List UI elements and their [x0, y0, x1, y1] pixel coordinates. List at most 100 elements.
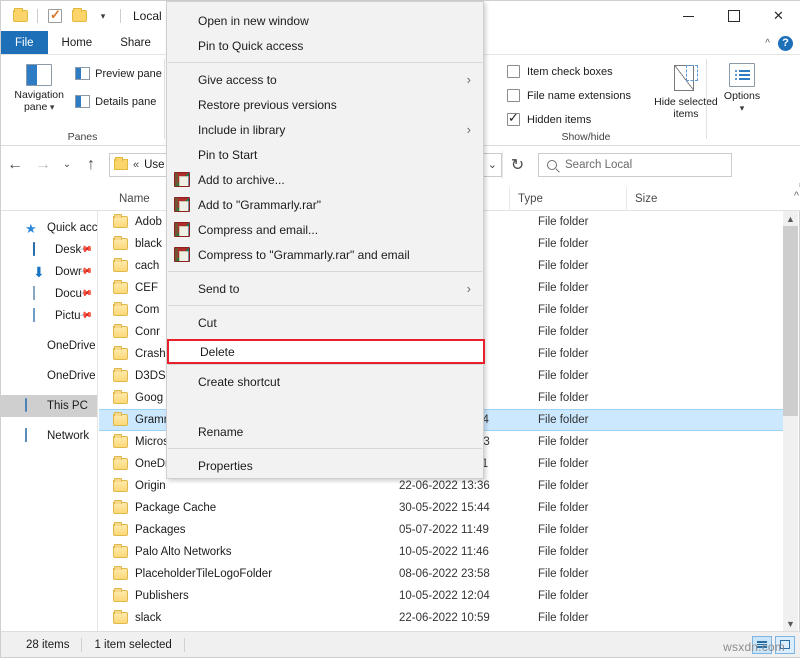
file-type: File folder	[534, 502, 652, 514]
file-name: Adob	[135, 216, 162, 228]
menu-item-pin-to-quick-access[interactable]: Pin to Quick access	[167, 33, 483, 58]
menu-item-pin-to-start[interactable]: Pin to Start	[167, 142, 483, 167]
tab-home[interactable]: Home	[48, 31, 107, 54]
file-type: File folder	[534, 348, 652, 360]
file-name: Package Cache	[135, 502, 216, 514]
sidebar-item-this-pc[interactable]: This PC	[1, 395, 97, 417]
menu-item-cut[interactable]: Cut	[167, 310, 483, 335]
file-name-extensions-checkbox[interactable]	[507, 89, 520, 102]
table-row[interactable]: Publishers10-05-2022 12:04File folder	[99, 585, 785, 607]
file-date: 10-05-2022 11:46	[399, 546, 534, 558]
hide-selected-label-2: items	[673, 108, 698, 120]
file-date: 22-06-2022 10:59	[399, 612, 534, 624]
path-segment[interactable]: Use	[144, 159, 164, 171]
column-header-size[interactable]: Size	[626, 187, 706, 211]
folder-icon	[113, 370, 128, 382]
chevron-down-icon[interactable]: ▾	[92, 5, 114, 27]
maximize-button[interactable]	[711, 1, 756, 31]
collapse-ribbon-icon[interactable]: ^	[765, 38, 770, 49]
preview-pane-button[interactable]: Preview pane	[75, 63, 162, 84]
sidebar-item-network[interactable]: Network	[1, 425, 97, 447]
sidebar-item-documents[interactable]: Docu 📌	[1, 283, 97, 305]
menu-item-include-in-library[interactable]: Include in library›	[167, 117, 483, 142]
menu-item-label: Delete	[200, 345, 235, 359]
close-icon[interactable]: ✕	[756, 1, 800, 31]
refresh-button[interactable]: ↻	[502, 151, 532, 179]
tab-share[interactable]: Share	[106, 31, 165, 54]
file-name-extensions-option[interactable]: File name extensions	[507, 85, 631, 106]
path-history-icon[interactable]: ⌄	[488, 158, 497, 171]
table-row[interactable]: Packages05-07-2022 11:49File folder	[99, 519, 785, 541]
navigation-pane-button[interactable]: Navigation pane ▾	[3, 60, 75, 113]
menu-item-delete-placeholder[interactable]	[167, 394, 483, 419]
path-overflow-icon[interactable]: «	[133, 159, 139, 171]
table-row[interactable]: PlaceholderTileLogoFolder08-06-2022 23:5…	[99, 563, 785, 585]
properties-checkbox-icon[interactable]	[44, 5, 66, 27]
menu-item-label: Compress to "Grammarly.rar" and email	[198, 248, 410, 262]
menu-item-properties[interactable]: Properties	[167, 453, 483, 478]
menu-item-add-to-archive[interactable]: Add to archive...	[167, 167, 483, 192]
menu-item-compress-and-email[interactable]: Compress and email...	[167, 217, 483, 242]
file-name: Goog	[135, 392, 163, 404]
file-type: File folder	[534, 524, 652, 536]
ribbon-help-area: ^ ?	[765, 31, 793, 55]
scrollbar-thumb[interactable]	[783, 226, 798, 416]
tab-file[interactable]: File	[1, 31, 48, 54]
hidden-items-checkbox[interactable]	[507, 113, 520, 126]
file-name: slack	[135, 612, 161, 624]
details-pane-button[interactable]: Details pane	[75, 91, 162, 112]
menu-item-create-shortcut[interactable]: Create shortcut	[167, 369, 483, 394]
file-type: File folder	[534, 304, 652, 316]
sidebar-item-downloads[interactable]: ⬇ Dowr 📌	[1, 261, 97, 283]
folder-icon[interactable]	[9, 5, 31, 27]
minimize-button[interactable]	[666, 1, 711, 31]
menu-item-delete[interactable]: Delete	[167, 339, 485, 364]
sidebar-item-quick-access[interactable]: ★ Quick acc	[1, 217, 97, 239]
file-type: File folder	[534, 546, 652, 558]
file-name: Origin	[135, 480, 166, 492]
sidebar-item-onedrive-1[interactable]: OneDrive	[1, 335, 97, 357]
menu-item-compress-to-rar-and-email[interactable]: Compress to "Grammarly.rar" and email	[167, 242, 483, 267]
scroll-down-icon[interactable]: ▼	[783, 616, 798, 631]
chevron-right-icon: ›	[467, 72, 471, 87]
chevron-right-icon: ›	[467, 281, 471, 296]
options-button[interactable]: Options ▾	[709, 55, 775, 114]
sidebar-item-pictures[interactable]: Pictu 📌	[1, 305, 97, 327]
scroll-up-icon[interactable]: ^	[794, 190, 799, 202]
search-input[interactable]: Search Local	[565, 159, 632, 171]
menu-item-rename[interactable]: Rename	[167, 419, 483, 444]
table-row[interactable]: Package Cache30-05-2022 15:44File folder	[99, 497, 785, 519]
file-type: File folder	[534, 216, 652, 228]
column-header-type[interactable]: Type	[509, 187, 619, 211]
back-button[interactable]: ←	[1, 151, 29, 179]
navigation-pane-label-2: pane	[24, 101, 47, 113]
table-row[interactable]: slack22-06-2022 10:59File folder	[99, 607, 785, 629]
file-date: 08-06-2022 23:58	[399, 568, 534, 580]
menu-item-give-access-to[interactable]: Give access to›	[167, 67, 483, 92]
item-check-boxes-checkbox[interactable]	[507, 65, 520, 78]
menu-item-send-to[interactable]: Send to ›	[167, 276, 483, 301]
menu-item-add-to-rar[interactable]: Add to "Grammarly.rar"	[167, 192, 483, 217]
table-row[interactable]: Palo Alto Networks10-05-2022 11:46File f…	[99, 541, 785, 563]
menu-item-label: Send to	[198, 282, 239, 296]
forward-button[interactable]: →	[29, 151, 57, 179]
scroll-up-icon[interactable]: ▲	[783, 211, 798, 226]
sidebar-item-onedrive-2[interactable]: OneDrive	[1, 365, 97, 387]
sidebar-item-label: Network	[47, 430, 89, 442]
hidden-items-option[interactable]: Hidden items	[507, 109, 631, 130]
recent-locations-icon[interactable]: ⌄	[57, 151, 77, 179]
up-button[interactable]: ↑	[77, 151, 105, 179]
new-folder-icon[interactable]	[68, 5, 90, 27]
item-check-boxes-option[interactable]: Item check boxes	[507, 61, 631, 82]
ribbon-divider	[164, 59, 165, 139]
vertical-scrollbar[interactable]: ▲ ▼	[783, 211, 798, 631]
help-icon[interactable]: ?	[778, 36, 793, 51]
search-box[interactable]: Search Local	[538, 153, 732, 177]
preview-pane-label: Preview pane	[95, 68, 162, 80]
menu-item-open-in-new-window[interactable]: Open in new window	[167, 8, 483, 33]
downloads-icon: ⬇	[33, 265, 49, 280]
sidebar-item-desktop[interactable]: Desk 📌	[1, 239, 97, 261]
folder-icon	[113, 612, 128, 624]
folder-icon	[113, 216, 128, 228]
menu-item-restore-previous-versions[interactable]: Restore previous versions	[167, 92, 483, 117]
